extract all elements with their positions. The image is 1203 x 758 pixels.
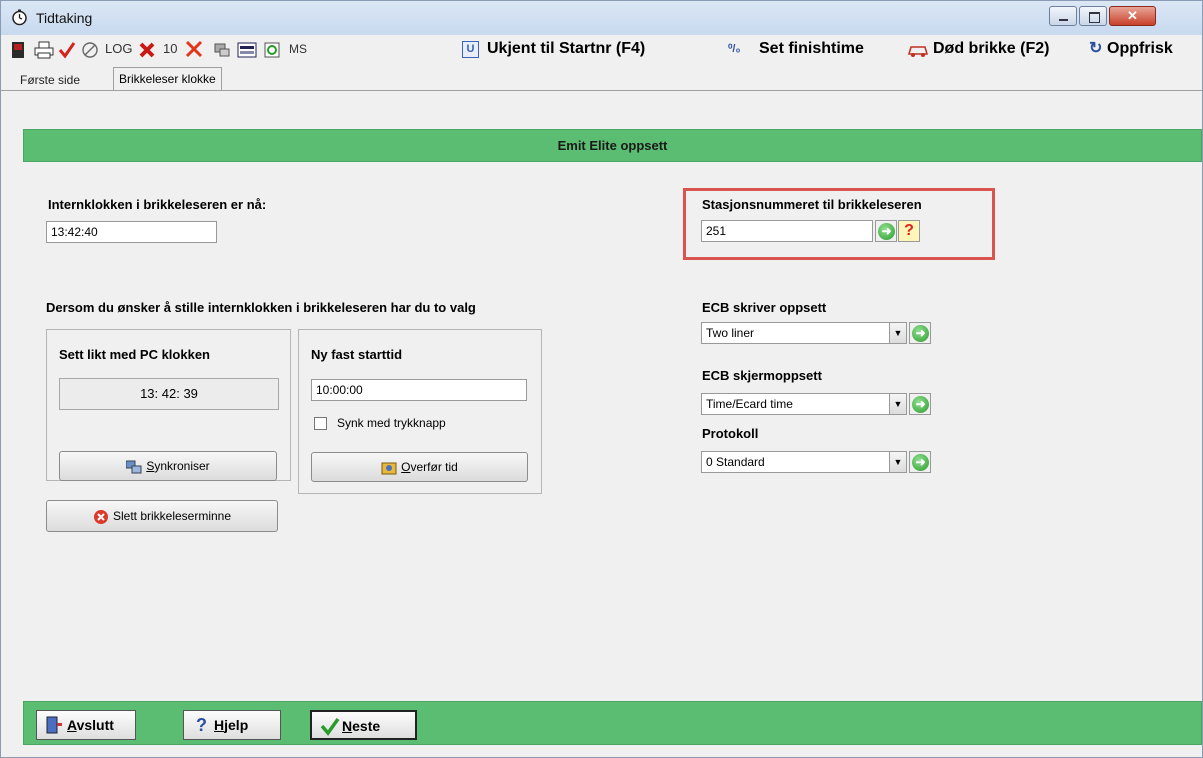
remove-x-icon[interactable] — [185, 40, 203, 58]
arrow-right-icon: ➜ — [912, 325, 929, 342]
close-icon: ✕ — [1127, 8, 1138, 23]
exit-door-icon — [46, 716, 62, 734]
transfer-button-label: verfør tid — [410, 460, 458, 474]
help-mnemonic: H — [214, 717, 225, 733]
sync-computers-icon — [126, 460, 142, 474]
chevron-down-icon: ▼ — [889, 452, 906, 472]
help-label: jelp — [224, 717, 249, 733]
exit-button[interactable]: Avslutt — [36, 710, 136, 740]
refresh-doc-icon[interactable] — [264, 42, 280, 58]
pc-time-display: 13: 42: 39 — [59, 378, 279, 410]
transfer-time-button[interactable]: Overfør tid — [311, 452, 528, 482]
help-icon: ? — [196, 715, 207, 735]
toolbar: LOG 10 MS U Ukjent til Startnr (F4) ⁰/₀ … — [1, 35, 1202, 65]
footer-bar: Avslutt ? Hjelp Neste — [23, 701, 1202, 745]
next-button[interactable]: Neste — [310, 710, 417, 740]
checkmark-icon — [320, 717, 340, 736]
set-finishtime-button[interactable]: Set finishtime — [759, 35, 864, 63]
window-title: Tidtaking — [36, 10, 93, 26]
protocol-apply-button[interactable]: ➜ — [909, 451, 931, 473]
printer-icon[interactable] — [34, 41, 54, 59]
card-reader-icon[interactable] — [237, 42, 257, 58]
transfer-icon — [381, 462, 397, 475]
exit-mnemonic: A — [67, 717, 77, 733]
main-window: Tidtaking ✕ LOG 10 MS U Ukjent til Start… — [0, 0, 1203, 758]
ecb-printer-value: Two liner — [706, 326, 755, 340]
sync-button-checkbox-label: Synk med trykknapp — [337, 416, 446, 430]
checkmark-icon[interactable] — [58, 41, 76, 59]
close-button[interactable]: ✕ — [1109, 6, 1156, 26]
ten-button[interactable]: 10 — [163, 35, 177, 63]
arrow-right-icon: ➜ — [912, 454, 929, 471]
chevron-down-icon: ▼ — [889, 323, 906, 343]
tab-divider — [1, 90, 1202, 91]
choice-label: Dersom du ønsker å stille internklokken … — [46, 300, 476, 315]
station-help-button[interactable]: ? — [898, 220, 920, 242]
internal-clock-label: Internklokken i brikkeleseren er nå: — [48, 197, 267, 212]
ecb-screen-apply-button[interactable]: ➜ — [909, 393, 931, 415]
panel-header: Emit Elite oppsett — [23, 129, 1202, 162]
ecb-printer-select[interactable]: Two liner ▼ — [701, 322, 907, 344]
tab-first-page[interactable]: Første side — [16, 71, 84, 91]
log-button[interactable]: LOG — [105, 35, 132, 63]
clear-reader-memory-label: Slett brikkeleserminne — [112, 509, 232, 523]
station-number-label: Stasjonsnummeret til brikkeleseren — [702, 197, 922, 212]
protocol-value: 0 Standard — [706, 455, 765, 469]
station-number-field[interactable]: 251 — [701, 220, 873, 242]
protocol-select[interactable]: 0 Standard ▼ — [701, 451, 907, 473]
tab-strip: Første side Brikkeleser klokke — [1, 65, 1202, 91]
next-mnemonic: N — [342, 718, 353, 734]
start-time-field[interactable]: 10:00:00 — [311, 379, 527, 401]
unknown-to-start-button[interactable]: Ukjent til Startnr (F4) — [487, 35, 645, 63]
protocol-label: Protokoll — [702, 426, 759, 441]
sync-button-label: ynkroniser — [154, 459, 210, 473]
station-apply-button[interactable]: ➜ — [875, 220, 897, 242]
dead-chip-button[interactable]: Død brikke (F2) — [933, 35, 1049, 63]
transfer-button-mnemonic: O — [401, 460, 411, 474]
minimize-button[interactable] — [1049, 6, 1077, 26]
ecb-screen-value: Time/Ecard time — [706, 397, 793, 411]
fixed-start-title: Ny fast starttid — [311, 347, 403, 362]
network-icon[interactable] — [213, 41, 231, 59]
ecb-screen-label: ECB skjermoppsett — [702, 368, 822, 383]
finish-icon: ⁰/₀ — [728, 43, 741, 55]
ecb-screen-select[interactable]: Time/Ecard time ▼ — [701, 393, 907, 415]
tab-reader-clock[interactable]: Brikkeleser klokke — [113, 67, 222, 91]
refresh-icon: ↻ — [1089, 40, 1103, 57]
synchronize-button[interactable]: Synkroniser — [59, 451, 277, 481]
chevron-down-icon: ▼ — [889, 394, 906, 414]
cancel-circle-icon[interactable] — [81, 41, 99, 59]
arrow-right-icon: ➜ — [912, 396, 929, 413]
sync-with-button-checkbox[interactable] — [314, 417, 327, 430]
title-bar: Tidtaking ✕ — [1, 1, 1202, 35]
help-button[interactable]: ? Hjelp — [183, 710, 281, 740]
ecb-printer-label: ECB skriver oppsett — [702, 300, 827, 315]
internal-clock-field[interactable]: 13:42:40 — [46, 221, 217, 243]
ms-button[interactable]: MS — [289, 35, 307, 63]
ecb-printer-apply-button[interactable]: ➜ — [909, 322, 931, 344]
exit-label: vslutt — [76, 717, 114, 733]
dead-chip-icon — [908, 46, 928, 57]
door-icon[interactable] — [11, 41, 25, 59]
unknown-start-icon: U — [462, 41, 479, 58]
delete-circle-icon — [93, 509, 108, 524]
fixed-start-group: Ny fast starttid 10:00:00 Synk med trykk… — [298, 329, 542, 494]
maximize-button[interactable] — [1079, 6, 1107, 26]
refresh-button[interactable]: Oppfrisk — [1107, 35, 1173, 63]
next-label: este — [352, 718, 381, 734]
sync-pc-title: Sett likt med PC klokken — [59, 347, 210, 362]
stopwatch-icon — [12, 9, 27, 26]
delete-bold-icon[interactable] — [138, 41, 156, 59]
arrow-right-icon: ➜ — [878, 223, 895, 240]
sync-pc-group: Sett likt med PC klokken 13: 42: 39 Synk… — [46, 329, 291, 481]
clear-reader-memory-button[interactable]: Slett brikkeleserminne — [46, 500, 278, 532]
